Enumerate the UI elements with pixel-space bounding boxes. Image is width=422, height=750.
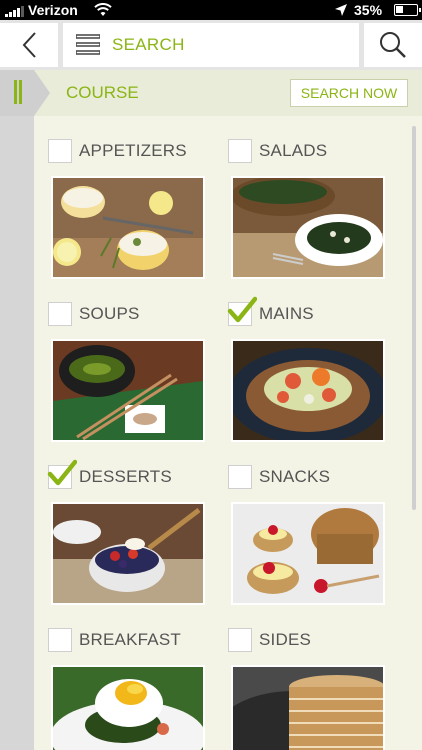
location-arrow-icon [335,4,347,16]
search-now-button[interactable]: SEARCH NOW [290,79,408,107]
checkmark-icon [227,296,257,323]
course-photo[interactable] [51,176,205,279]
checkbox[interactable] [227,296,257,326]
search-bar[interactable]: SEARCH [63,23,359,67]
course-header: COURSE SEARCH NOW [0,70,422,116]
course-photo[interactable] [51,502,205,605]
carrier-name: Verizon [28,2,78,18]
status-bar: Verizon 35% [0,0,422,20]
header-arrow [34,70,50,116]
handle-bar-icon [14,80,17,104]
signal-strength-icon [5,6,24,17]
battery-icon [394,4,421,16]
course-photo[interactable] [231,665,385,750]
magnifier-icon [380,32,406,58]
drawer-handle[interactable] [0,70,34,116]
menu-icon [76,34,100,55]
scrollbar[interactable] [412,126,416,510]
search-button[interactable] [364,23,422,67]
checkmark-icon [47,459,77,486]
search-label: SEARCH [112,35,185,54]
course-grid: APPETIZERS SALADS SOUPS MAINS DESSERTS S… [34,116,422,750]
mains-photo [233,341,383,440]
top-navigation: SEARCH [0,20,422,70]
handle-bar-icon [19,80,22,104]
course-photo[interactable] [51,665,205,750]
wifi-icon [94,3,112,16]
appetizers-photo [53,178,203,277]
course-photo[interactable] [231,339,385,442]
breakfast-photo [53,667,203,750]
left-rail [0,116,34,750]
checkbox[interactable] [48,302,72,326]
course-label: SALADS [259,141,328,160]
checkbox[interactable] [228,465,252,489]
checkbox[interactable] [228,139,252,163]
course-photo[interactable] [231,502,385,605]
sides-photo [233,667,383,750]
course-label: SIDES [259,630,312,649]
course-photo[interactable] [51,339,205,442]
checkbox[interactable] [228,628,252,652]
desserts-photo [53,504,203,603]
course-label: DESSERTS [79,467,172,486]
salads-photo [233,178,383,277]
checkbox[interactable] [48,139,72,163]
checkbox[interactable] [48,628,72,652]
course-label: SNACKS [259,467,331,486]
battery-percent: 35% [354,2,383,18]
course-label: APPETIZERS [79,141,187,160]
back-button[interactable] [0,23,58,67]
course-photo[interactable] [231,176,385,279]
course-label: MAINS [259,304,314,323]
course-label: BREAKFAST [79,630,181,649]
back-chevron-icon [22,32,36,58]
course-label: SOUPS [79,304,140,323]
soups-photo [53,341,203,440]
snacks-photo [233,504,383,603]
checkbox[interactable] [47,459,77,489]
course-title: COURSE [66,83,139,102]
